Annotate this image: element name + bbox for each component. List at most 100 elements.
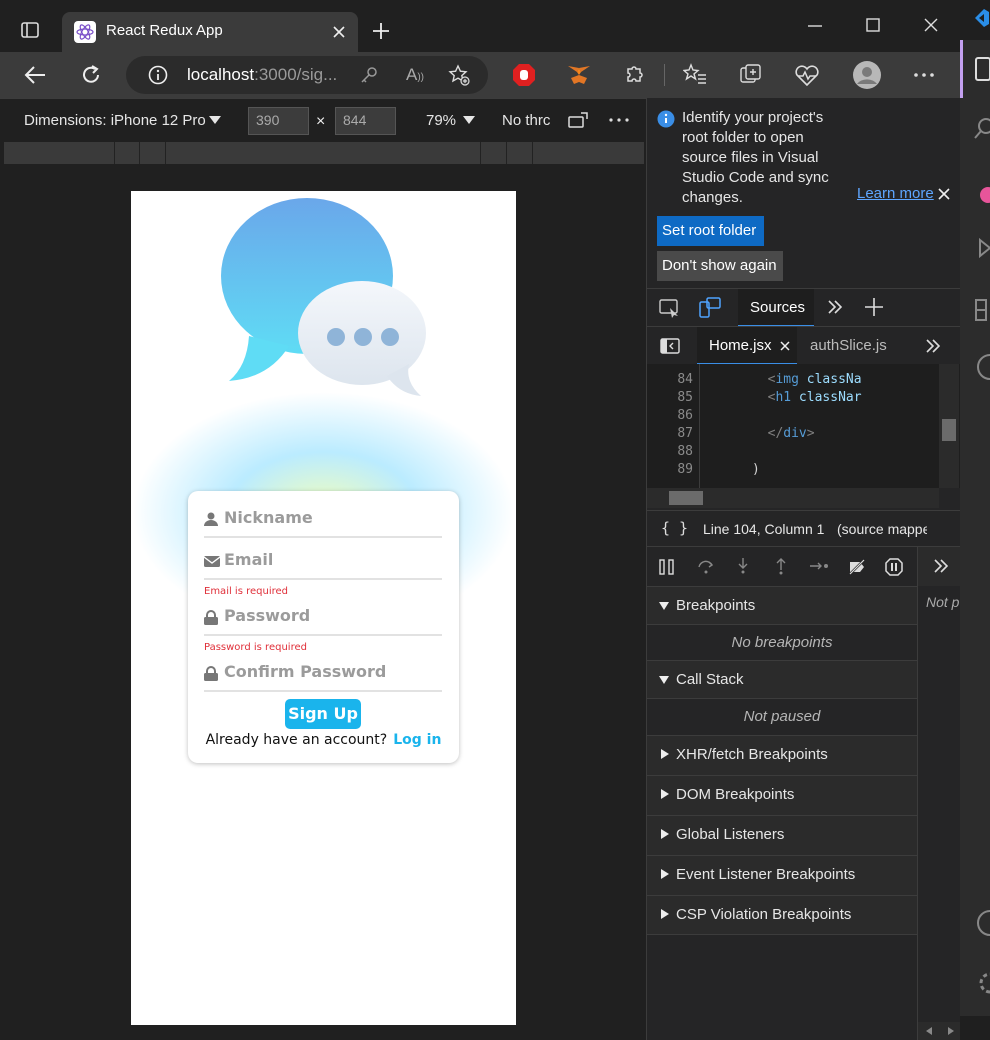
event-listener-breakpoints-section[interactable]: Event Listener Breakpoints xyxy=(647,855,917,895)
vertical-scrollbar[interactable] xyxy=(939,364,959,488)
dom-breakpoints-section[interactable]: DOM Breakpoints xyxy=(647,775,917,815)
maximize-icon[interactable] xyxy=(866,18,880,32)
chevron-down-icon[interactable] xyxy=(209,116,221,124)
horizontal-scrollbar[interactable] xyxy=(647,488,939,508)
browser-essentials-icon[interactable] xyxy=(794,65,820,87)
call-stack-section-header[interactable]: Call Stack xyxy=(647,660,917,700)
zoom-select[interactable]: 79% xyxy=(426,112,456,129)
file-tab-home[interactable]: Home.jsx xyxy=(697,327,797,365)
add-favorite-icon[interactable] xyxy=(448,64,470,86)
site-info-icon[interactable] xyxy=(148,65,168,85)
signup-card: Nickname Email Email is required Passwor… xyxy=(188,491,459,763)
vscode-status-bar xyxy=(960,1016,990,1040)
pretty-print-icon[interactable]: { } xyxy=(661,519,688,537)
xhr-breakpoints-section[interactable]: XHR/fetch Breakpoints xyxy=(647,735,917,775)
no-breakpoints-text: No breakpoints xyxy=(647,624,917,660)
search-icon[interactable] xyxy=(974,116,990,142)
throttle-select[interactable]: No thrc xyxy=(502,112,550,129)
profile-avatar[interactable] xyxy=(852,60,882,90)
sign-up-button[interactable]: Sign Up xyxy=(285,699,361,729)
add-tab-icon[interactable] xyxy=(865,298,883,316)
set-root-folder-button[interactable]: Set root folder xyxy=(657,216,764,246)
minimize-icon[interactable] xyxy=(808,24,822,28)
file-tab-home-label: Home.jsx xyxy=(709,337,772,354)
settings-more-icon[interactable] xyxy=(914,73,934,77)
metamask-extension-icon[interactable] xyxy=(567,64,591,86)
device-height-input[interactable]: 844 xyxy=(335,107,396,135)
url-field[interactable]: localhost:3000/sig... A)) xyxy=(126,56,488,94)
step-out-icon[interactable] xyxy=(775,557,787,575)
file-tab-authslice[interactable]: authSlice.js xyxy=(810,337,887,354)
deactivate-breakpoints-icon[interactable] xyxy=(848,558,866,576)
more-files-icon[interactable] xyxy=(926,339,940,353)
expanded-arrow-icon xyxy=(659,676,669,684)
breakpoints-title: Breakpoints xyxy=(676,597,756,614)
step-icon[interactable] xyxy=(809,560,829,572)
media-query-ruler[interactable] xyxy=(4,142,644,164)
extensions-icon[interactable] xyxy=(974,296,990,326)
page-viewport: Nickname Email Email is required Passwor… xyxy=(131,191,516,1025)
close-file-icon[interactable] xyxy=(780,341,790,351)
device-dimensions-select[interactable]: Dimensions: iPhone 12 Pro xyxy=(24,112,206,129)
side-not-paused-text: Not p xyxy=(926,594,960,610)
device-toolbar: Dimensions: iPhone 12 Pro 390 × 844 79% … xyxy=(0,98,646,142)
inspect-element-icon[interactable] xyxy=(659,299,681,319)
confirm-password-field[interactable]: Confirm Password xyxy=(204,662,442,692)
code-line: </div> xyxy=(767,426,815,441)
new-tab-icon[interactable] xyxy=(372,22,390,40)
rotate-icon[interactable] xyxy=(568,111,590,131)
account-icon[interactable] xyxy=(974,908,990,938)
pause-on-exceptions-icon[interactable] xyxy=(885,558,903,576)
line-number: 89 xyxy=(677,462,693,477)
step-into-icon[interactable] xyxy=(737,557,749,575)
devtools-tab-bar: Sources xyxy=(647,288,961,327)
close-window-icon[interactable] xyxy=(924,18,938,32)
login-prompt-text: Already have an account? xyxy=(205,732,388,748)
breakpoints-section-header[interactable]: Breakpoints xyxy=(647,586,917,626)
address-bar-row: localhost:3000/sig... A)) xyxy=(0,52,960,98)
browser-tab[interactable]: React Redux App xyxy=(62,12,358,52)
navigator-toggle-icon[interactable] xyxy=(660,338,680,354)
more-tabs-icon[interactable] xyxy=(828,300,842,314)
remote-icon[interactable] xyxy=(974,352,990,382)
password-key-icon[interactable] xyxy=(360,66,378,84)
more-panes-icon[interactable] xyxy=(934,559,948,573)
nickname-field[interactable]: Nickname xyxy=(204,508,442,538)
tab-actions-icon[interactable] xyxy=(20,20,40,40)
run-debug-icon[interactable] xyxy=(974,234,990,264)
source-status-bar: { } Line 104, Column 1 (source mapped fr… xyxy=(647,510,961,546)
chat-bubbles-logo xyxy=(219,196,429,401)
manage-gear-icon[interactable] xyxy=(974,968,990,998)
pause-icon[interactable] xyxy=(659,559,675,575)
device-more-icon[interactable] xyxy=(609,118,629,122)
back-icon[interactable] xyxy=(24,65,46,85)
close-tab-icon[interactable] xyxy=(332,25,346,39)
side-scrollbar[interactable] xyxy=(918,1022,962,1040)
tab-sources[interactable]: Sources xyxy=(738,289,814,327)
adblock-extension-icon[interactable] xyxy=(512,63,536,87)
dont-show-again-button[interactable]: Don't show again xyxy=(657,251,783,281)
extensions-icon[interactable] xyxy=(623,64,645,86)
login-link[interactable]: Log in xyxy=(393,732,441,748)
password-field[interactable]: Password xyxy=(204,606,442,636)
learn-more-link[interactable]: Learn more xyxy=(857,185,934,202)
email-field[interactable]: Email xyxy=(204,550,442,580)
source-mapped-note[interactable]: (source mapped from xyxy=(837,521,927,537)
code-editor[interactable]: 84 <img classNa 85 <h1 classNar 86 87 </… xyxy=(647,364,961,488)
refresh-icon[interactable] xyxy=(80,64,102,86)
envelope-icon xyxy=(204,554,220,568)
collections-icon[interactable] xyxy=(739,63,763,87)
expanded-arrow-icon xyxy=(659,602,669,610)
close-banner-icon[interactable] xyxy=(938,188,950,200)
sources-tab-label: Sources xyxy=(750,299,806,316)
explorer-icon[interactable] xyxy=(974,56,990,82)
device-width-input[interactable]: 390 xyxy=(248,107,309,135)
global-listeners-section[interactable]: Global Listeners xyxy=(647,815,917,855)
lock-icon xyxy=(204,666,218,681)
csp-violation-breakpoints-section[interactable]: CSP Violation Breakpoints xyxy=(647,895,917,935)
zoom-chevron-icon[interactable] xyxy=(463,116,475,124)
step-over-icon[interactable] xyxy=(697,557,715,575)
device-emulation-icon[interactable] xyxy=(699,297,721,319)
favorites-icon[interactable] xyxy=(683,63,707,85)
read-aloud-icon[interactable]: A)) xyxy=(406,65,424,85)
